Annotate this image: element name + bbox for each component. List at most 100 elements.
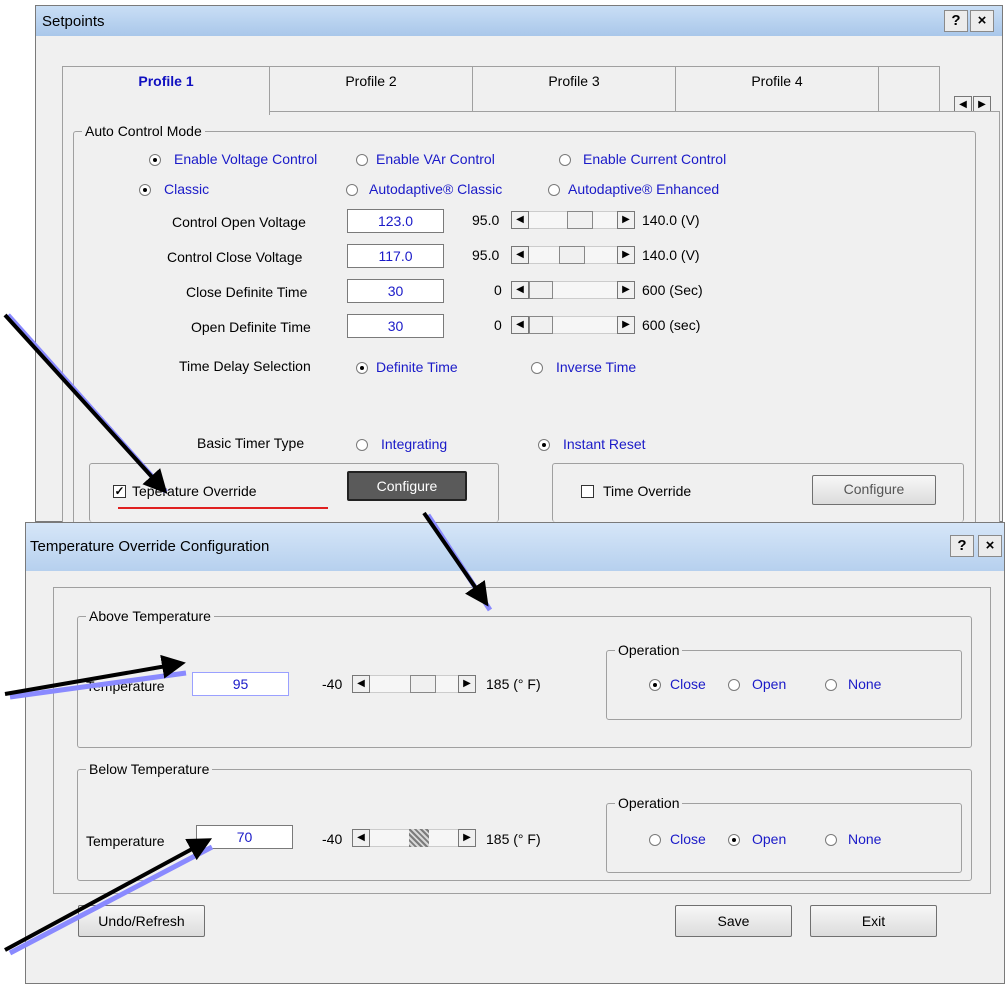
- control-open-voltage-label: Control Open Voltage: [172, 214, 306, 230]
- below-temperature-right-button[interactable]: ▶: [458, 829, 476, 847]
- time-delay-selection-label: Time Delay Selection: [179, 358, 311, 374]
- control-close-voltage-label: Control Close Voltage: [167, 249, 303, 265]
- integrating-radio[interactable]: [356, 439, 368, 451]
- temp-dialog-help-button[interactable]: ?: [950, 535, 974, 557]
- below-temperature-field-label: Temperature: [86, 833, 165, 849]
- open-definite-time-thumb[interactable]: [529, 316, 553, 334]
- time-override-label[interactable]: Time Override: [603, 483, 691, 499]
- above-close-radio[interactable]: [649, 679, 661, 691]
- autodaptive-classic-label[interactable]: Autodaptive® Classic: [369, 181, 502, 197]
- close-button[interactable]: ×: [970, 10, 994, 32]
- close-definite-time-right-button[interactable]: ▶: [617, 281, 635, 299]
- close-definite-time-max: 600 (Sec): [642, 282, 703, 298]
- control-close-voltage-max: 140.0 (V): [642, 247, 700, 263]
- close-definite-time-left-button[interactable]: ◀: [511, 281, 529, 299]
- temp-dialog-close-button[interactable]: ×: [978, 535, 1002, 557]
- exit-button[interactable]: Exit: [810, 905, 937, 937]
- below-open-label[interactable]: Open: [752, 831, 786, 847]
- below-none-label[interactable]: None: [848, 831, 881, 847]
- above-temperature-field-label: Temperature: [86, 678, 165, 694]
- current-control-radio[interactable]: [559, 154, 571, 166]
- above-temperature-field[interactable]: 95: [192, 672, 289, 696]
- above-none-label[interactable]: None: [848, 676, 881, 692]
- inverse-time-radio[interactable]: [531, 362, 543, 374]
- definite-time-radio[interactable]: [356, 362, 368, 374]
- setpoints-title: Setpoints: [42, 13, 105, 30]
- control-close-voltage-right-button[interactable]: ▶: [617, 246, 635, 264]
- open-definite-time-field[interactable]: 30: [347, 314, 444, 338]
- tab-profile-4[interactable]: Profile 4: [675, 66, 879, 111]
- temperature-configure-button[interactable]: Configure: [347, 471, 467, 501]
- control-open-voltage-max: 140.0 (V): [642, 212, 700, 228]
- temperature-override-label[interactable]: Teperature Override: [132, 483, 257, 499]
- save-button[interactable]: Save: [675, 905, 792, 937]
- integrating-label[interactable]: Integrating: [381, 436, 447, 452]
- temp-dialog-titlebar[interactable]: Temperature Override Configuration ? ×: [26, 523, 1004, 571]
- close-definite-time-field[interactable]: 30: [347, 279, 444, 303]
- tab-profile-1[interactable]: Profile 1: [62, 66, 270, 115]
- autodaptive-enhanced-label[interactable]: Autodaptive® Enhanced: [568, 181, 719, 197]
- autodaptive-classic-radio[interactable]: [346, 184, 358, 196]
- voltage-control-label[interactable]: Enable Voltage Control: [174, 151, 317, 167]
- below-none-radio[interactable]: [825, 834, 837, 846]
- definite-time-label[interactable]: Definite Time: [376, 359, 458, 375]
- inverse-time-label[interactable]: Inverse Time: [556, 359, 636, 375]
- temperature-override-checkbox[interactable]: ✓: [113, 485, 126, 498]
- instant-reset-label[interactable]: Instant Reset: [563, 436, 646, 452]
- open-definite-time-left-button[interactable]: ◀: [511, 316, 529, 334]
- control-open-voltage-left-button[interactable]: ◀: [511, 211, 529, 229]
- above-none-radio[interactable]: [825, 679, 837, 691]
- open-definite-time-right-button[interactable]: ▶: [617, 316, 635, 334]
- above-temperature-right-button[interactable]: ▶: [458, 675, 476, 693]
- below-temperature-left-button[interactable]: ◀: [352, 829, 370, 847]
- instant-reset-radio[interactable]: [538, 439, 550, 451]
- autodaptive-enhanced-radio[interactable]: [548, 184, 560, 196]
- control-open-voltage-min: 95.0: [472, 212, 500, 228]
- control-open-voltage-right-button[interactable]: ▶: [617, 211, 635, 229]
- below-temperature-thumb[interactable]: [409, 829, 429, 847]
- temp-dialog-title: Temperature Override Configuration: [30, 538, 270, 555]
- below-close-radio[interactable]: [649, 834, 661, 846]
- var-control-label[interactable]: Enable VAr Control: [376, 151, 495, 167]
- classic-radio[interactable]: [139, 184, 151, 196]
- time-override-checkbox[interactable]: [581, 485, 594, 498]
- close-definite-time-thumb[interactable]: [529, 281, 553, 299]
- voltage-control-radio[interactable]: [149, 154, 161, 166]
- above-temperature-min: -40: [322, 676, 343, 692]
- above-temperature-max: 185 (° F): [486, 676, 541, 692]
- tab-overflow: [878, 66, 940, 111]
- below-operation-label: Operation: [615, 795, 683, 811]
- tab-profile-2[interactable]: Profile 2: [269, 66, 473, 111]
- close-definite-time-min: 0: [494, 282, 502, 298]
- above-open-label[interactable]: Open: [752, 676, 786, 692]
- control-close-voltage-field[interactable]: 117.0: [347, 244, 444, 268]
- setpoints-titlebar[interactable]: Setpoints ? ×: [36, 6, 1002, 36]
- control-open-voltage-thumb[interactable]: [567, 211, 593, 229]
- above-temperature-left-button[interactable]: ◀: [352, 675, 370, 693]
- help-button[interactable]: ?: [944, 10, 968, 32]
- classic-label[interactable]: Classic: [164, 181, 209, 197]
- time-configure-button[interactable]: Configure: [812, 475, 936, 505]
- above-operation-label: Operation: [615, 642, 683, 658]
- var-control-radio[interactable]: [356, 154, 368, 166]
- below-close-label[interactable]: Close: [670, 831, 706, 847]
- profile-tabs: Profile 1 Profile 2 Profile 3 Profile 4 …: [62, 66, 1002, 116]
- below-open-radio[interactable]: [728, 834, 740, 846]
- above-temperature-thumb[interactable]: [410, 675, 436, 693]
- above-open-radio[interactable]: [728, 679, 740, 691]
- control-close-voltage-left-button[interactable]: ◀: [511, 246, 529, 264]
- open-definite-time-max: 600 (sec): [642, 317, 701, 333]
- tab-profile-3[interactable]: Profile 3: [472, 66, 676, 111]
- control-open-voltage-field[interactable]: 123.0: [347, 209, 444, 233]
- auto-control-mode-label: Auto Control Mode: [82, 123, 205, 139]
- above-temperature-label: Above Temperature: [86, 608, 214, 624]
- temperature-override-underline: [118, 507, 328, 509]
- temperature-override-label-end: perature Override: [146, 483, 257, 499]
- open-definite-time-label: Open Definite Time: [191, 319, 311, 335]
- undo-refresh-button[interactable]: Undo/Refresh: [78, 905, 205, 937]
- control-close-voltage-thumb[interactable]: [559, 246, 585, 264]
- above-close-label[interactable]: Close: [670, 676, 706, 692]
- open-definite-time-min: 0: [494, 317, 502, 333]
- current-control-label[interactable]: Enable Current Control: [583, 151, 726, 167]
- below-temperature-field[interactable]: 70: [196, 825, 293, 849]
